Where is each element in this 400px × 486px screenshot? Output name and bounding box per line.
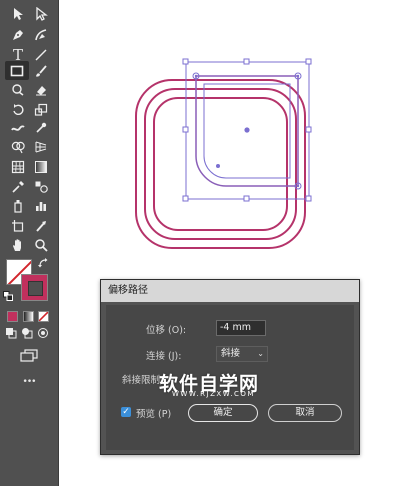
joins-select[interactable]: 斜接 ⌄ xyxy=(216,346,268,362)
miter-limit-label: 斜接限制 xyxy=(122,375,161,386)
offset-input[interactable]: -4 mm xyxy=(216,320,266,336)
inner-path[interactable] xyxy=(153,97,288,231)
joins-select-value: 斜接 xyxy=(221,348,241,359)
joins-label: 连接 (J): xyxy=(146,351,182,362)
chevron-down-icon: ⌄ xyxy=(257,349,264,358)
corner-radius-widget[interactable] xyxy=(216,164,220,168)
bbox-handle-top-left[interactable] xyxy=(182,58,189,65)
ok-button[interactable]: 确定 xyxy=(188,404,258,422)
middle-offset-path[interactable] xyxy=(144,88,297,240)
watermark-url: WWW.RJZXW.COM xyxy=(172,390,255,398)
preview-checkbox[interactable]: ✓ xyxy=(121,407,131,417)
bbox-handle-top[interactable] xyxy=(243,58,250,65)
bbox-handle-bottom-left[interactable] xyxy=(182,195,189,202)
offset-label: 位移 (O): xyxy=(146,325,187,336)
offset-path-dialog: 偏移路径 位移 (O): -4 mm 连接 (J): 斜接 ⌄ 斜接限制 ✓ 预… xyxy=(100,279,360,455)
bbox-handle-left[interactable] xyxy=(182,126,189,133)
bbox-handle-right[interactable] xyxy=(305,126,312,133)
bbox-handle-bottom-right[interactable] xyxy=(305,195,312,202)
dialog-title: 偏移路径 xyxy=(101,280,359,302)
bbox-handle-top-right[interactable] xyxy=(305,58,312,65)
preview-label: 预览 (P) xyxy=(136,409,172,420)
center-point xyxy=(244,127,250,133)
bbox-handle-bottom[interactable] xyxy=(243,195,250,202)
cancel-button[interactable]: 取消 xyxy=(268,404,342,422)
